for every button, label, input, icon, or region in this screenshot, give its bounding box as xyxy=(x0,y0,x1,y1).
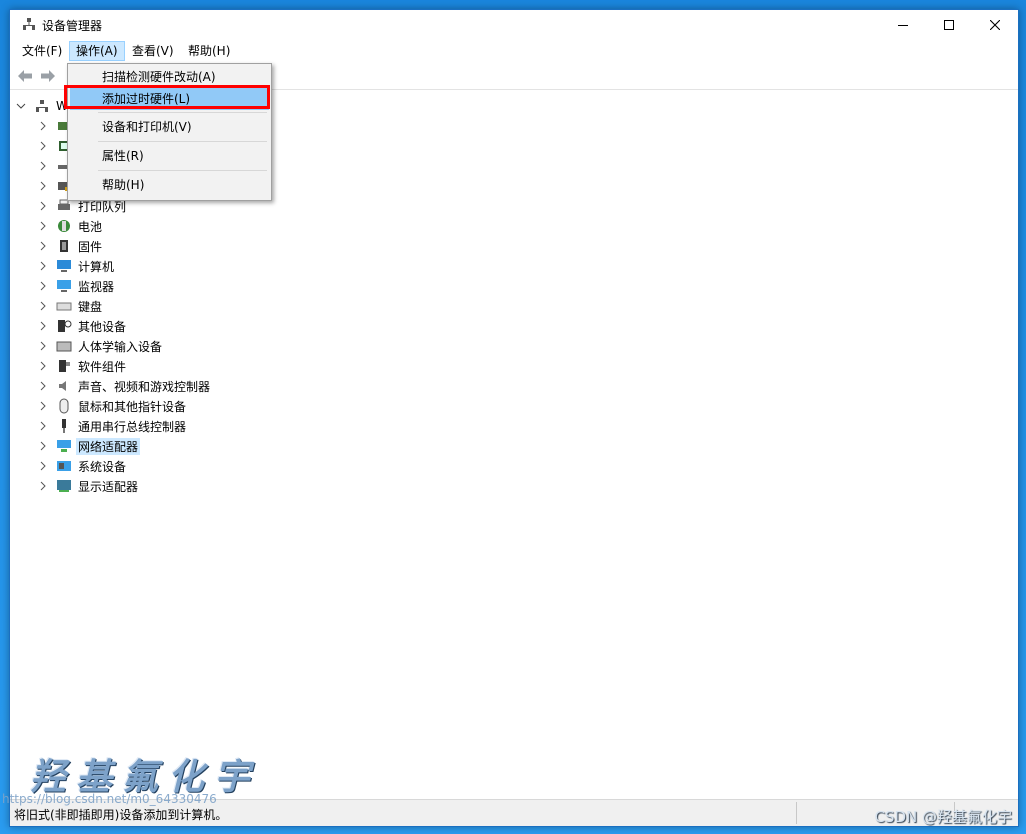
menu-separator xyxy=(98,141,267,142)
system-device-icon xyxy=(56,458,72,474)
tree-label: 监视器 xyxy=(78,279,115,294)
usb-icon xyxy=(56,418,72,434)
tree-root[interactable]: W xyxy=(16,96,70,116)
tree-item[interactable]: 通用串行总线控制器 xyxy=(38,416,188,436)
unknown-device-icon xyxy=(56,318,72,334)
speaker-icon xyxy=(56,378,72,394)
tree-item[interactable]: 计算机 xyxy=(38,256,116,276)
chevron-right-icon[interactable] xyxy=(38,161,48,171)
network-adapter-icon xyxy=(56,438,72,454)
chevron-right-icon[interactable] xyxy=(38,441,48,451)
menu-separator xyxy=(98,112,267,113)
chevron-right-icon[interactable] xyxy=(38,461,48,471)
chevron-right-icon[interactable] xyxy=(38,341,48,351)
chevron-right-icon[interactable] xyxy=(38,181,48,191)
menu-bar: 文件(F) 操作(A) 查看(V) 帮助(H) xyxy=(10,40,1018,62)
tree-label: 电池 xyxy=(78,219,103,234)
chevron-right-icon[interactable] xyxy=(38,201,48,211)
computer-icon xyxy=(56,258,72,274)
maximize-icon xyxy=(944,20,954,30)
tree-label: 系统设备 xyxy=(78,459,127,474)
menu-separator xyxy=(98,170,267,171)
forward-button[interactable] xyxy=(39,67,57,85)
tree-label: 计算机 xyxy=(78,259,115,274)
menu-help[interactable]: 帮助(H) xyxy=(182,41,236,61)
tree-label: 固件 xyxy=(78,239,103,254)
annotation-highlight-box xyxy=(64,85,270,109)
forward-arrow-icon xyxy=(41,70,55,82)
tree-item[interactable]: 网络适配器 xyxy=(38,436,141,456)
tree-label: 人体学输入设备 xyxy=(78,339,163,354)
chevron-right-icon[interactable] xyxy=(38,241,48,251)
menu-view[interactable]: 查看(V) xyxy=(126,41,180,61)
chevron-right-icon[interactable] xyxy=(38,321,48,331)
status-divider xyxy=(796,802,797,824)
device-manager-icon xyxy=(22,17,36,31)
chevron-right-icon[interactable] xyxy=(38,121,48,131)
back-arrow-icon xyxy=(18,70,32,82)
close-button[interactable] xyxy=(972,10,1018,40)
close-icon xyxy=(990,20,1000,30)
menu-item-properties[interactable]: 属性(R) xyxy=(70,145,269,167)
tree-label: 鼠标和其他指针设备 xyxy=(78,399,187,414)
tree-label: 显示适配器 xyxy=(78,479,139,494)
menu-action[interactable]: 操作(A) xyxy=(69,41,125,61)
tree-item[interactable]: 软件组件 xyxy=(38,356,128,376)
tree-item[interactable]: 声音、视频和游戏控制器 xyxy=(38,376,212,396)
monitor-icon xyxy=(56,278,72,294)
menu-item-help[interactable]: 帮助(H) xyxy=(70,174,269,196)
window-title: 设备管理器 xyxy=(42,19,103,33)
tree-item[interactable]: 鼠标和其他指针设备 xyxy=(38,396,188,416)
tree-label: 其他设备 xyxy=(78,319,127,334)
tree-label: 声音、视频和游戏控制器 xyxy=(78,379,211,394)
tree-item[interactable]: 监视器 xyxy=(38,276,116,296)
minimize-icon xyxy=(898,25,908,26)
chevron-right-icon[interactable] xyxy=(38,141,48,151)
chevron-right-icon[interactable] xyxy=(38,281,48,291)
tree-item[interactable]: 电池 xyxy=(38,216,104,236)
status-text: 将旧式(非即插即用)设备添加到计算机。 xyxy=(14,808,228,822)
mouse-icon xyxy=(56,398,72,414)
action-menu-dropdown: 扫描检测硬件改动(A) 添加过时硬件(L) 设备和打印机(V) 属性(R) 帮助… xyxy=(67,63,272,201)
menu-item-devices-printers[interactable]: 设备和打印机(V) xyxy=(70,116,269,138)
software-component-icon xyxy=(56,358,72,374)
chevron-right-icon[interactable] xyxy=(38,361,48,371)
display-adapter-icon xyxy=(56,478,72,494)
tree-item[interactable]: 其他设备 xyxy=(38,316,128,336)
keyboard-icon xyxy=(56,298,72,314)
tree-item[interactable]: 键盘 xyxy=(38,296,104,316)
chevron-down-icon[interactable] xyxy=(16,101,26,111)
chevron-right-icon[interactable] xyxy=(38,401,48,411)
tree-item[interactable]: 显示适配器 xyxy=(38,476,140,496)
chevron-right-icon[interactable] xyxy=(38,421,48,431)
maximize-button[interactable] xyxy=(926,10,972,40)
tree-item[interactable]: 人体学输入设备 xyxy=(38,336,164,356)
tree-item[interactable]: 固件 xyxy=(38,236,104,256)
minimize-button[interactable] xyxy=(880,10,926,40)
hid-icon xyxy=(56,338,72,354)
chevron-right-icon[interactable] xyxy=(38,261,48,271)
tree-label: 键盘 xyxy=(78,299,103,314)
firmware-icon xyxy=(56,238,72,254)
chevron-right-icon[interactable] xyxy=(38,301,48,311)
tree-label: 软件组件 xyxy=(78,359,127,374)
battery-icon xyxy=(56,218,72,234)
computer-root-icon xyxy=(34,98,50,114)
tree-label: 网络适配器 xyxy=(76,437,141,455)
menu-file[interactable]: 文件(F) xyxy=(16,41,68,61)
tree-item[interactable]: 系统设备 xyxy=(38,456,128,476)
title-bar[interactable]: 设备管理器 xyxy=(10,10,1018,40)
chevron-right-icon[interactable] xyxy=(38,221,48,231)
chevron-right-icon[interactable] xyxy=(38,381,48,391)
back-button[interactable] xyxy=(16,67,34,85)
chevron-right-icon[interactable] xyxy=(38,481,48,491)
tree-label: 通用串行总线控制器 xyxy=(78,419,187,434)
watermark-csdn: CSDN @羟基氟化宇 xyxy=(874,808,1012,826)
watermark-url: https://blog.csdn.net/m0_64330476 xyxy=(2,792,217,806)
